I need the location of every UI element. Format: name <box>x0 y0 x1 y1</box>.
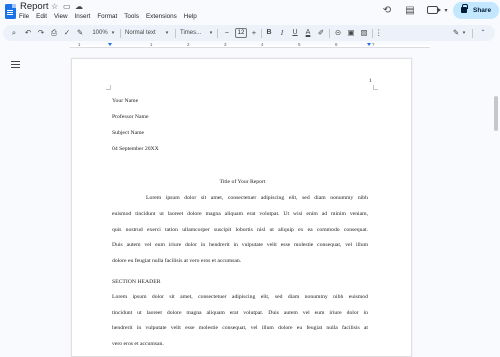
cloud-status-icon[interactable]: ☁ <box>75 2 83 11</box>
menu-bar: File Edit View Insert Format Tools Exten… <box>19 13 204 20</box>
lock-icon <box>461 4 468 13</box>
left-indent-marker[interactable] <box>108 43 112 46</box>
add-comment-icon[interactable]: ▣ <box>346 25 356 41</box>
collapse-menus-icon[interactable]: ⌃ <box>478 25 488 41</box>
paragraph-line: tincidunt ut laoreet dolore magna aliqua… <box>112 310 368 316</box>
toolbar-divider <box>217 29 218 38</box>
document-title[interactable]: Report <box>20 1 49 12</box>
paragraph-line: euismod tincidunt ut laoreet dolore magn… <box>112 211 368 217</box>
ruler-number: 3 <box>224 42 227 47</box>
ruler-number: 1 <box>78 42 81 47</box>
toolbar-divider <box>372 29 373 38</box>
margin-corner <box>373 85 378 90</box>
share-button[interactable]: Share <box>453 2 499 19</box>
heading-line: Subject Name <box>112 130 145 136</box>
menu-insert[interactable]: Insert <box>75 13 91 20</box>
search-menus-icon[interactable]: ⌕ <box>9 25 19 41</box>
ruler-number: 6 <box>335 42 338 47</box>
meet-dropdown-icon[interactable]: ▾ <box>440 5 452 17</box>
undo-icon[interactable]: ↶ <box>23 25 33 41</box>
document-outline-icon[interactable] <box>11 61 20 69</box>
style-select[interactable]: Normal text <box>125 25 163 41</box>
paragraph-line: dolore eu feugiat nulla facilisis at ver… <box>112 258 242 264</box>
style-dropdown-icon[interactable]: ▾ <box>164 25 170 41</box>
menu-extensions[interactable]: Extensions <box>146 13 177 20</box>
toolbar-divider <box>329 29 330 38</box>
italic-icon[interactable]: I <box>277 25 287 41</box>
move-folder-icon[interactable]: ▭ <box>63 2 71 11</box>
docs-app: Report ☆ ▭ ☁ File Edit View Insert Forma… <box>0 0 500 357</box>
ruler-number: 1 <box>150 42 153 47</box>
menu-edit[interactable]: Edit <box>36 13 47 20</box>
margin-corner <box>106 85 111 90</box>
paragraph-line: Duis autem vel eum iriure dolor in hendr… <box>112 242 368 248</box>
increase-font-size-icon[interactable]: + <box>249 25 259 41</box>
redo-icon[interactable]: ↷ <box>36 25 46 41</box>
ruler-number: 4 <box>261 42 264 47</box>
report-title: Title of Your Report <box>219 179 266 185</box>
toolbar: ⌕ ↶ ↷ ⎙ ✓ ✎ 100% ▾ Normal text ▾ Times..… <box>3 25 495 41</box>
insert-image-icon[interactable]: ▨ <box>359 25 369 41</box>
star-icon[interactable]: ☆ <box>51 2 58 11</box>
zoom-select[interactable]: 100% <box>89 25 111 41</box>
editing-mode-dropdown-icon[interactable]: ▾ <box>461 25 467 41</box>
toolbar-divider <box>472 29 473 38</box>
version-history-icon[interactable]: ⟲ <box>381 5 393 17</box>
paragraph-line: hendrerit in vulputate velit esse molest… <box>112 325 368 331</box>
docs-logo-icon[interactable] <box>5 4 16 19</box>
font-select[interactable]: Times... <box>180 25 208 41</box>
section-header: SECTION HEADER <box>112 279 161 285</box>
decrease-font-size-icon[interactable]: − <box>222 25 232 41</box>
spellcheck-icon[interactable]: ✓ <box>62 25 72 41</box>
underline-icon[interactable]: U <box>290 25 300 41</box>
paragraph-line: Lorem ipsum dolor sit amet, consectetuer… <box>112 294 368 300</box>
title-bar: Report ☆ ▭ ☁ File Edit View Insert Forma… <box>0 0 500 25</box>
menu-view[interactable]: View <box>54 13 68 20</box>
paragraph-line: quis nostrud exerci tation ullamcorper s… <box>112 227 368 233</box>
toolbar-divider <box>261 29 262 38</box>
highlight-color-icon[interactable]: ✐ <box>316 25 326 41</box>
vertical-scrollbar[interactable] <box>494 96 498 131</box>
menu-help[interactable]: Help <box>184 13 197 20</box>
menu-tools[interactable]: Tools <box>124 13 139 20</box>
ruler-number: 7 <box>372 42 375 47</box>
heading-line: Professor Name <box>112 114 149 120</box>
paragraph-line: vero eros et accumsan. <box>112 341 164 347</box>
insert-link-icon[interactable]: ⊝ <box>333 25 343 41</box>
share-label: Share <box>473 7 492 14</box>
zoom-dropdown-icon[interactable]: ▾ <box>110 25 116 41</box>
heading-line: 04 September 20XX <box>112 146 159 152</box>
more-options-icon[interactable]: ⋮ <box>375 25 383 41</box>
toolbar-divider <box>175 29 176 38</box>
meet-camera-icon[interactable] <box>427 6 441 14</box>
font-dropdown-icon[interactable]: ▾ <box>208 25 214 41</box>
menu-format[interactable]: Format <box>97 13 117 20</box>
page-number: 1 <box>369 78 372 84</box>
right-indent-marker[interactable] <box>367 43 371 46</box>
document-page[interactable]: 1 Your Name Professor Name Subject Name … <box>71 58 412 357</box>
ruler-number: 5 <box>298 42 301 47</box>
ruler-band <box>70 45 430 48</box>
editing-mode-icon[interactable]: ✎ <box>451 25 461 41</box>
font-size-input[interactable]: 12 <box>235 28 247 38</box>
bold-icon[interactable]: B <box>264 25 274 41</box>
comments-icon[interactable]: ▤ <box>404 5 416 17</box>
heading-line: Your Name <box>112 98 139 104</box>
paragraph-line: Lorem ipsum dolor sit amet, consectetuer… <box>146 195 368 201</box>
text-color-icon[interactable]: A <box>303 25 313 41</box>
paint-format-icon[interactable]: ✎ <box>75 25 85 41</box>
horizontal-ruler[interactable]: 1 1 2 3 4 5 6 7 <box>70 42 430 50</box>
menu-file[interactable]: File <box>19 13 29 20</box>
print-icon[interactable]: ⎙ <box>49 25 59 41</box>
toolbar-divider <box>120 29 121 38</box>
ruler-number: 2 <box>187 42 190 47</box>
